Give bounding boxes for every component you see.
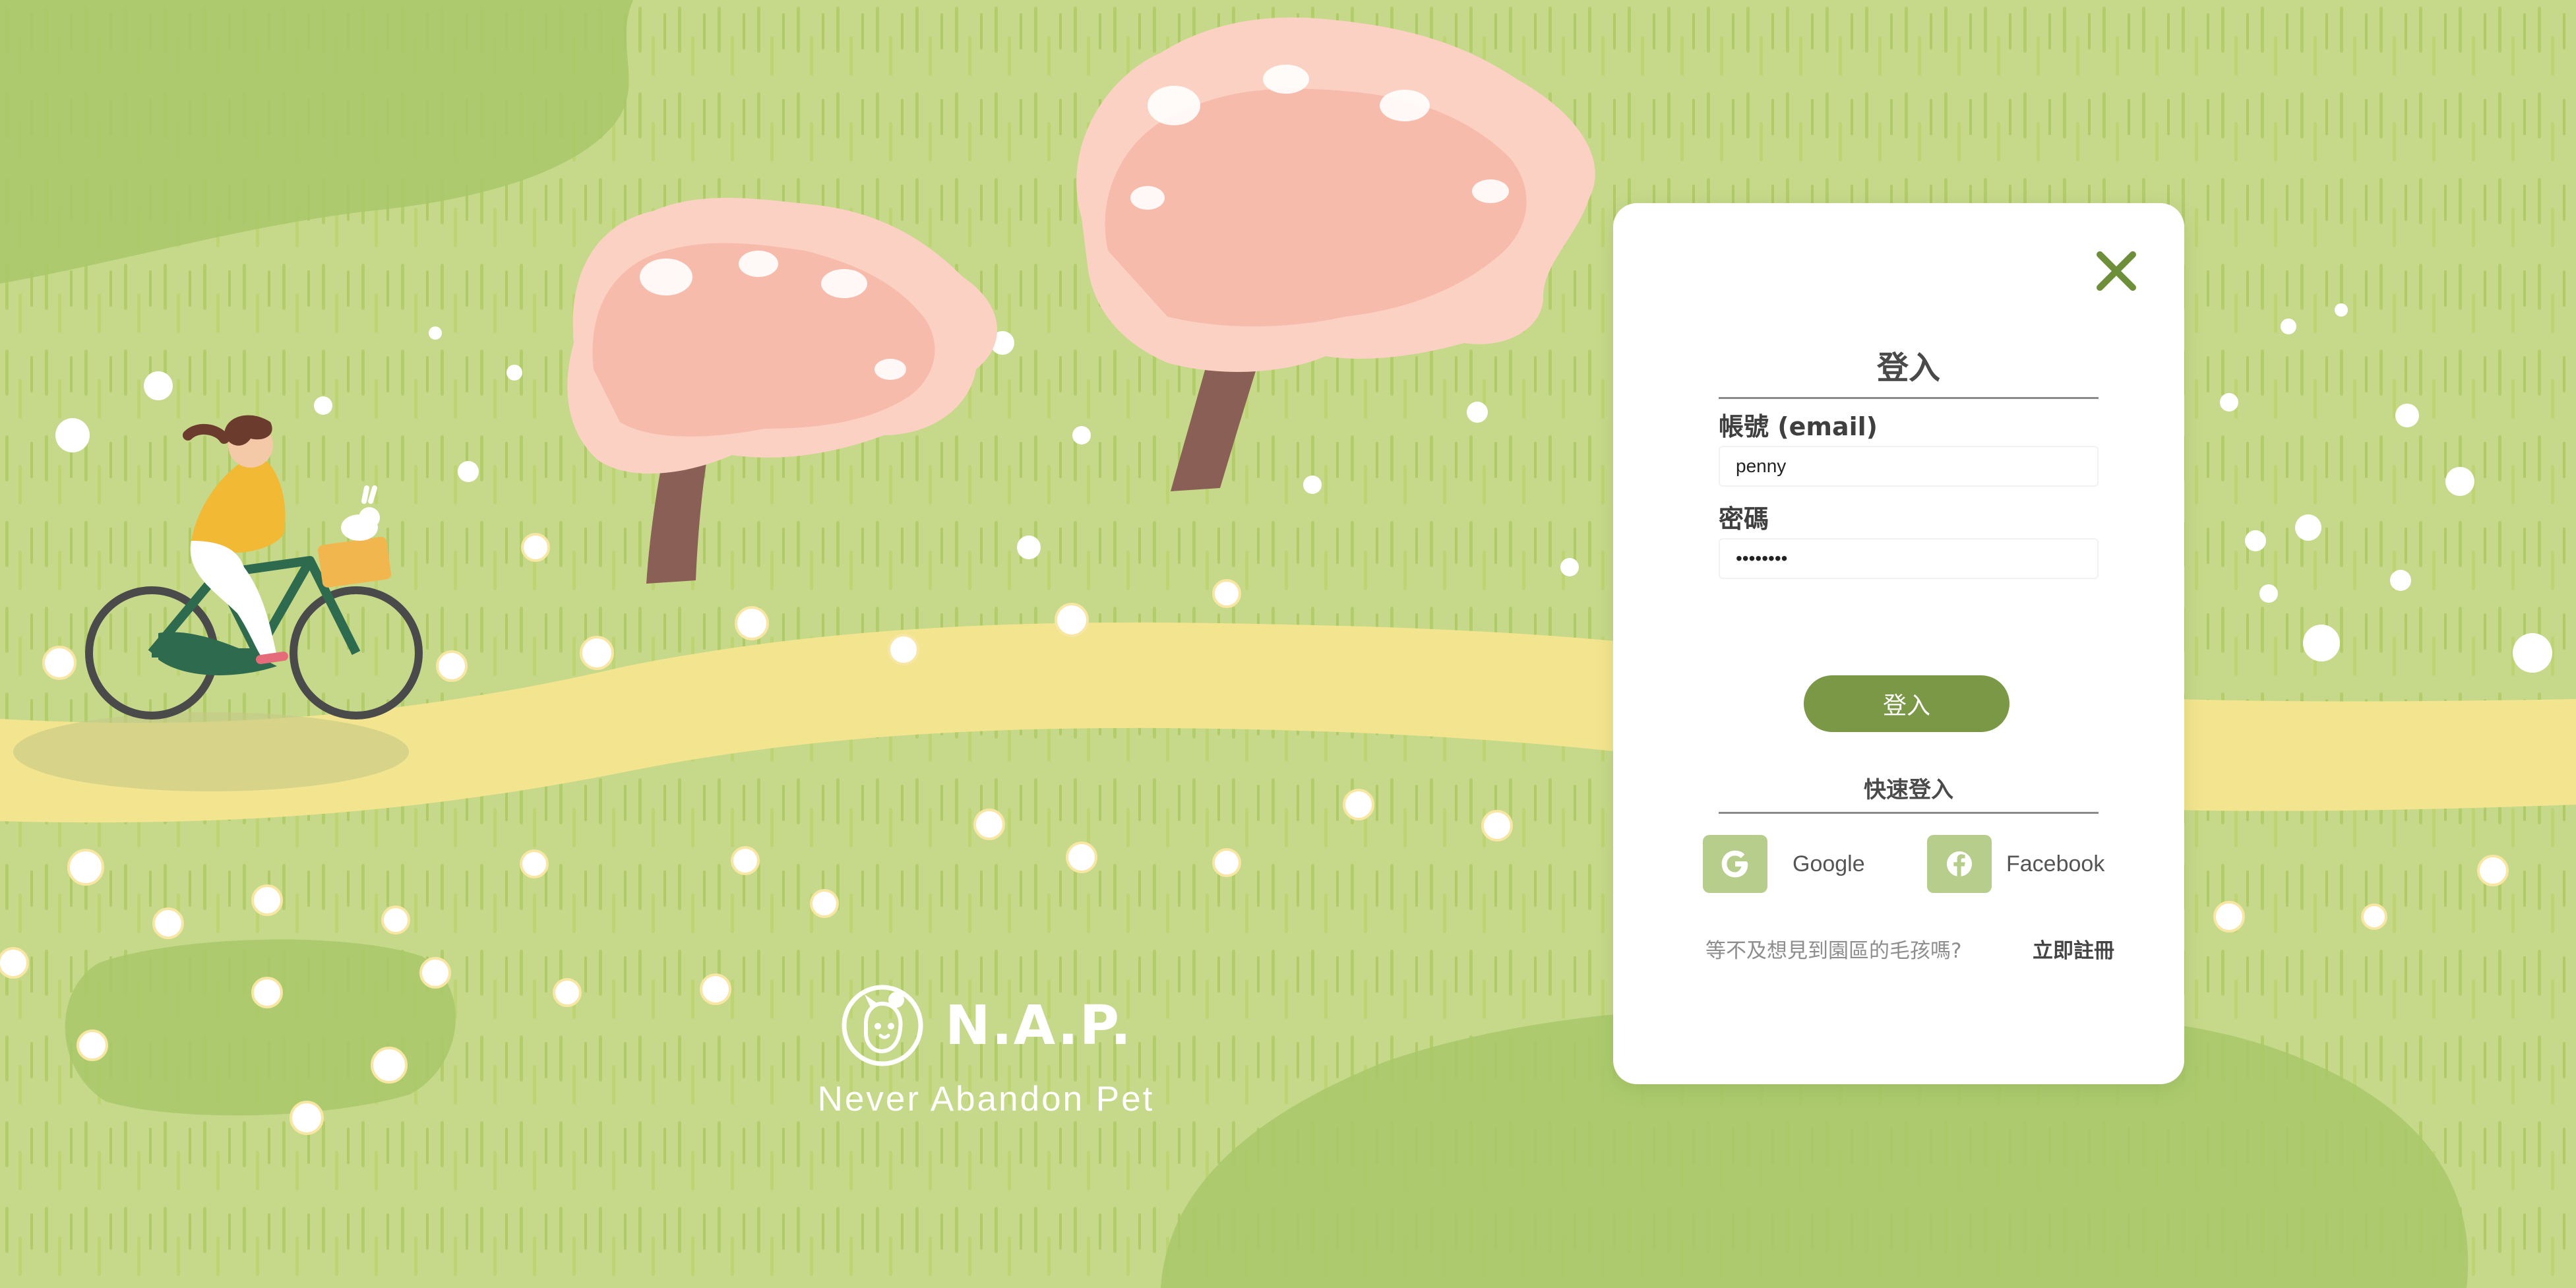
facebook-login-button[interactable]: Facebook	[1927, 834, 2104, 894]
login-button[interactable]: 登入	[1804, 675, 2009, 732]
meadow-background-illustration	[0, 0, 2576, 1288]
facebook-label: Facebook	[2006, 851, 2105, 876]
google-login-button[interactable]: Google	[1703, 834, 1865, 894]
signup-row: 等不及想見到園區的毛孩嗎? 立即註冊	[1705, 934, 2114, 964]
close-icon	[2097, 251, 2136, 291]
password-input[interactable]	[1719, 538, 2099, 579]
brand-block: N.A.P. Never Abandon Pet	[808, 983, 1164, 1119]
close-button[interactable]	[2092, 247, 2141, 295]
brand-name: N.A.P.	[944, 994, 1133, 1057]
facebook-icon-box	[1927, 835, 1992, 893]
login-title: 登入	[1719, 342, 2099, 399]
account-input[interactable]	[1719, 446, 2099, 487]
brand-row: N.A.P.	[808, 983, 1164, 1068]
nap-dog-logo-icon	[842, 985, 923, 1066]
login-modal: 登入 帳號 (email) 密碼 登入 快速登入 Google Facebook	[1613, 203, 2184, 1084]
google-icon	[1721, 850, 1748, 878]
signup-link[interactable]: 立即註冊	[2033, 934, 2114, 964]
brand-tagline: Never Abandon Pet	[817, 1080, 1155, 1119]
signup-prompt: 等不及想見到園區的毛孩嗎?	[1705, 939, 1962, 963]
google-label: Google	[1793, 851, 1865, 876]
landing-page: N.A.P. Never Abandon Pet 登入 帳號 (email) 密…	[0, 0, 2576, 1288]
password-label: 密碼	[1719, 505, 1769, 534]
google-icon-box	[1703, 835, 1767, 893]
quick-login-title: 快速登入	[1719, 772, 2099, 814]
account-label: 帳號 (email)	[1719, 412, 1878, 441]
facebook-icon	[1946, 851, 1973, 877]
